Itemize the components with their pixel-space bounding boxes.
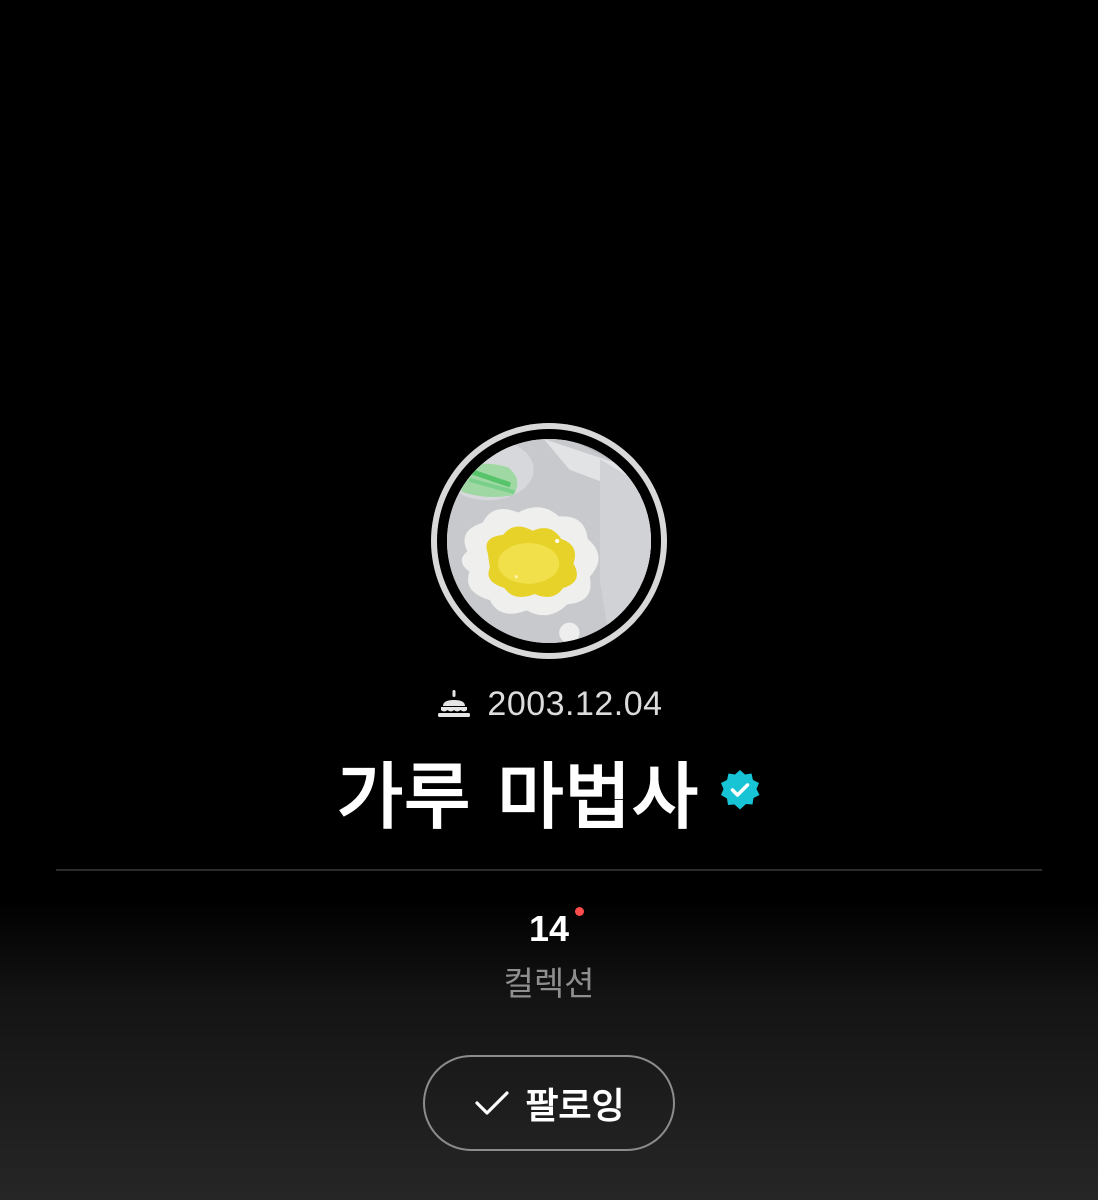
name-row: 가루 마법사 bbox=[0, 745, 1098, 839]
cake-icon bbox=[435, 688, 473, 720]
collection-label: 컬렉션 bbox=[503, 964, 595, 1003]
check-icon bbox=[473, 1088, 511, 1118]
profile-header: 2003.12.04 가루 마법사 14 컬렉션 팔로잉 bbox=[0, 0, 1098, 1200]
profile-name: 가루 마법사 bbox=[336, 754, 700, 839]
birthday-row: 2003.12.04 bbox=[0, 682, 1098, 726]
birthday-date: 2003.12.04 bbox=[487, 684, 663, 723]
collection-stat[interactable]: 14 컬렉션 bbox=[0, 905, 1098, 1005]
verified-badge-icon bbox=[719, 769, 761, 811]
profile-avatar[interactable] bbox=[431, 423, 667, 659]
following-button[interactable]: 팔로잉 bbox=[423, 1055, 675, 1151]
collection-count: 14 bbox=[528, 908, 570, 949]
avatar-image bbox=[447, 439, 651, 643]
divider bbox=[56, 869, 1042, 871]
collection-count-wrap: 14 bbox=[528, 905, 585, 953]
new-indicator-dot bbox=[575, 907, 585, 916]
following-label: 팔로잉 bbox=[525, 1086, 625, 1127]
